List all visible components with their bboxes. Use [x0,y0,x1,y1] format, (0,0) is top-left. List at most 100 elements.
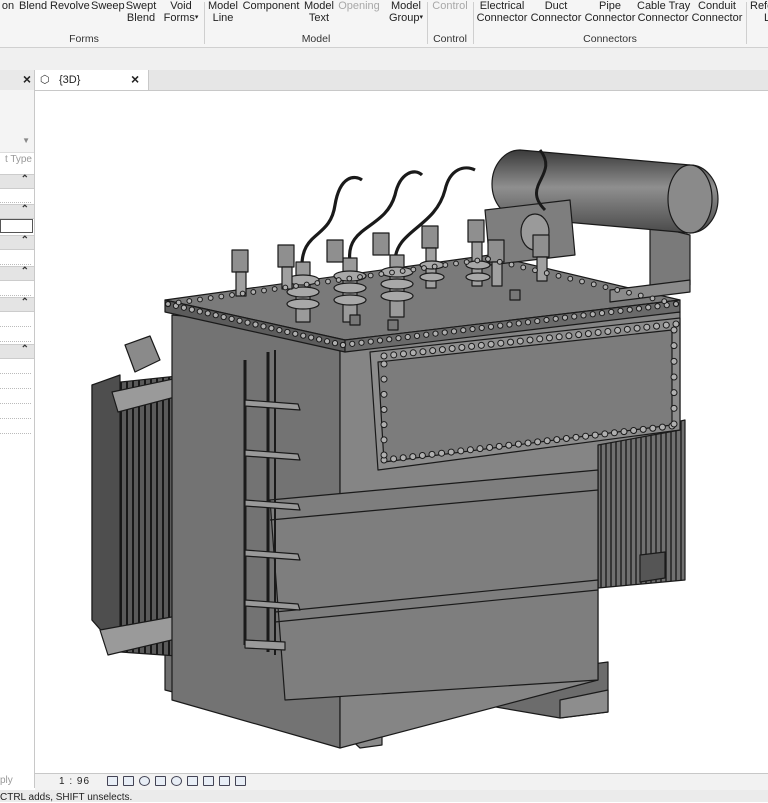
bolt [188,306,195,313]
bolt [409,349,417,357]
property-row[interactable] [0,374,31,389]
reference-line-label-1: Refe [750,0,768,12]
forms-panel-title: Forms [69,33,99,45]
edit-type-button[interactable]: t Type [5,154,32,165]
chevron-down-icon[interactable]: ▼ [22,136,30,145]
electrical-connector-label-1: Electrical [479,0,525,12]
cable-tray-connector-label-1: Cable Tray [637,0,691,12]
blend-button[interactable]: Blend [19,0,47,12]
property-group[interactable]: ⌃ [0,235,34,250]
model-group-button[interactable]: Model Group▾ [386,0,426,24]
electrical-connector-button[interactable]: Electrical Connector [476,0,528,24]
close-icon[interactable]: × [131,71,139,87]
sweep-button[interactable]: Sweep [91,0,125,12]
bolt [271,286,278,292]
collapse-icon[interactable]: ⌃ [21,235,29,246]
3d-view-icon: ⬡ [40,74,50,86]
collapse-icon[interactable]: ⌃ [21,174,29,185]
bolt [643,323,651,331]
bolt [487,340,495,348]
bolt [468,342,476,350]
property-row[interactable] [0,404,31,419]
property-row[interactable] [0,250,31,265]
bolt [441,329,448,336]
cable-tray-connector-button[interactable]: Cable Tray Connector [637,0,691,24]
bolt [630,427,638,435]
conduit-connector-button[interactable]: Conduit Connector [691,0,743,24]
collapse-icon[interactable]: ⌃ [21,344,29,355]
bolt [220,313,227,321]
property-group[interactable]: ⌃ [0,174,34,189]
tab-3d-view[interactable]: ⬡ {3D} × [35,70,149,90]
property-row[interactable] [0,389,31,404]
model-line-button[interactable]: Model Line [207,0,239,24]
pipe-connector-label-1: Pipe [598,0,622,12]
component-button[interactable]: Component [242,0,300,12]
revolve-button[interactable]: Revolve [50,0,90,12]
bolt [460,327,467,334]
bolt [662,321,670,329]
visual-style-icon[interactable] [123,776,134,786]
property-row-selected[interactable] [0,219,33,233]
bolt [399,350,407,358]
temporary-hide-icon[interactable] [219,776,230,786]
pipe-connector-button[interactable]: Pipe Connector [584,0,636,24]
bolt [555,272,562,279]
conduit-connector-label-1: Conduit [698,0,736,12]
bolt [591,431,599,439]
bolt [670,420,678,428]
bolt [376,337,384,344]
swept-blend-button[interactable]: Swept Blend [125,0,157,24]
opening-button[interactable]: Opening [338,0,380,12]
close-icon[interactable]: × [23,71,31,87]
reveal-hidden-icon[interactable] [235,776,246,786]
detail-level-icon[interactable] [107,776,118,786]
bolt [507,338,515,346]
shadows-icon[interactable] [155,776,166,786]
bolt [469,325,476,333]
bolt [575,331,583,339]
property-group[interactable]: ⌃ [0,266,34,281]
transformer-model[interactable] [35,91,768,773]
property-group[interactable]: ⌃ [0,344,34,359]
property-row[interactable] [0,327,31,342]
property-group[interactable]: ⌃ [0,297,34,312]
bolt [495,442,503,450]
lv-bushing [231,249,249,297]
sweep-button-label: Sweep [91,0,125,12]
control-button[interactable]: Control [430,0,470,12]
property-row[interactable] [0,188,31,203]
reference-line-button[interactable]: Refe L [750,0,768,24]
bolt [421,265,427,271]
property-group[interactable]: ⌃ [0,204,34,219]
property-row[interactable] [0,419,31,434]
model-text-button[interactable]: Model Text [303,0,335,24]
bolt [165,301,171,307]
property-row[interactable] [0,359,31,374]
bolt [637,292,644,299]
sun-path-icon[interactable] [139,776,150,786]
void-forms-button[interactable]: Void Forms▾ [162,0,200,24]
property-row[interactable] [0,312,31,327]
model-text-label-2: Text [308,12,330,24]
model-panel-title: Model [301,33,331,45]
collapse-icon[interactable]: ⌃ [21,204,29,215]
render-icon[interactable] [171,776,182,786]
property-row[interactable] [0,281,31,296]
collapse-icon[interactable]: ⌃ [21,266,29,277]
view-scale[interactable]: 1 : 96 [59,776,90,787]
bolt [367,338,374,345]
type-selector[interactable]: ▼ [0,90,34,153]
apply-button[interactable]: ply [0,775,13,786]
bolt [487,323,495,330]
crop-view-icon[interactable] [187,776,198,786]
extrusion-button[interactable]: on [0,0,16,12]
duct-connector-button[interactable]: Duct Connector [530,0,582,24]
bolt [284,328,291,336]
collapse-icon[interactable]: ⌃ [21,297,29,308]
bolt [395,335,402,342]
bolt [349,340,356,347]
3d-viewport[interactable] [35,91,768,773]
show-crop-icon[interactable] [203,776,214,786]
bolt [218,293,225,300]
